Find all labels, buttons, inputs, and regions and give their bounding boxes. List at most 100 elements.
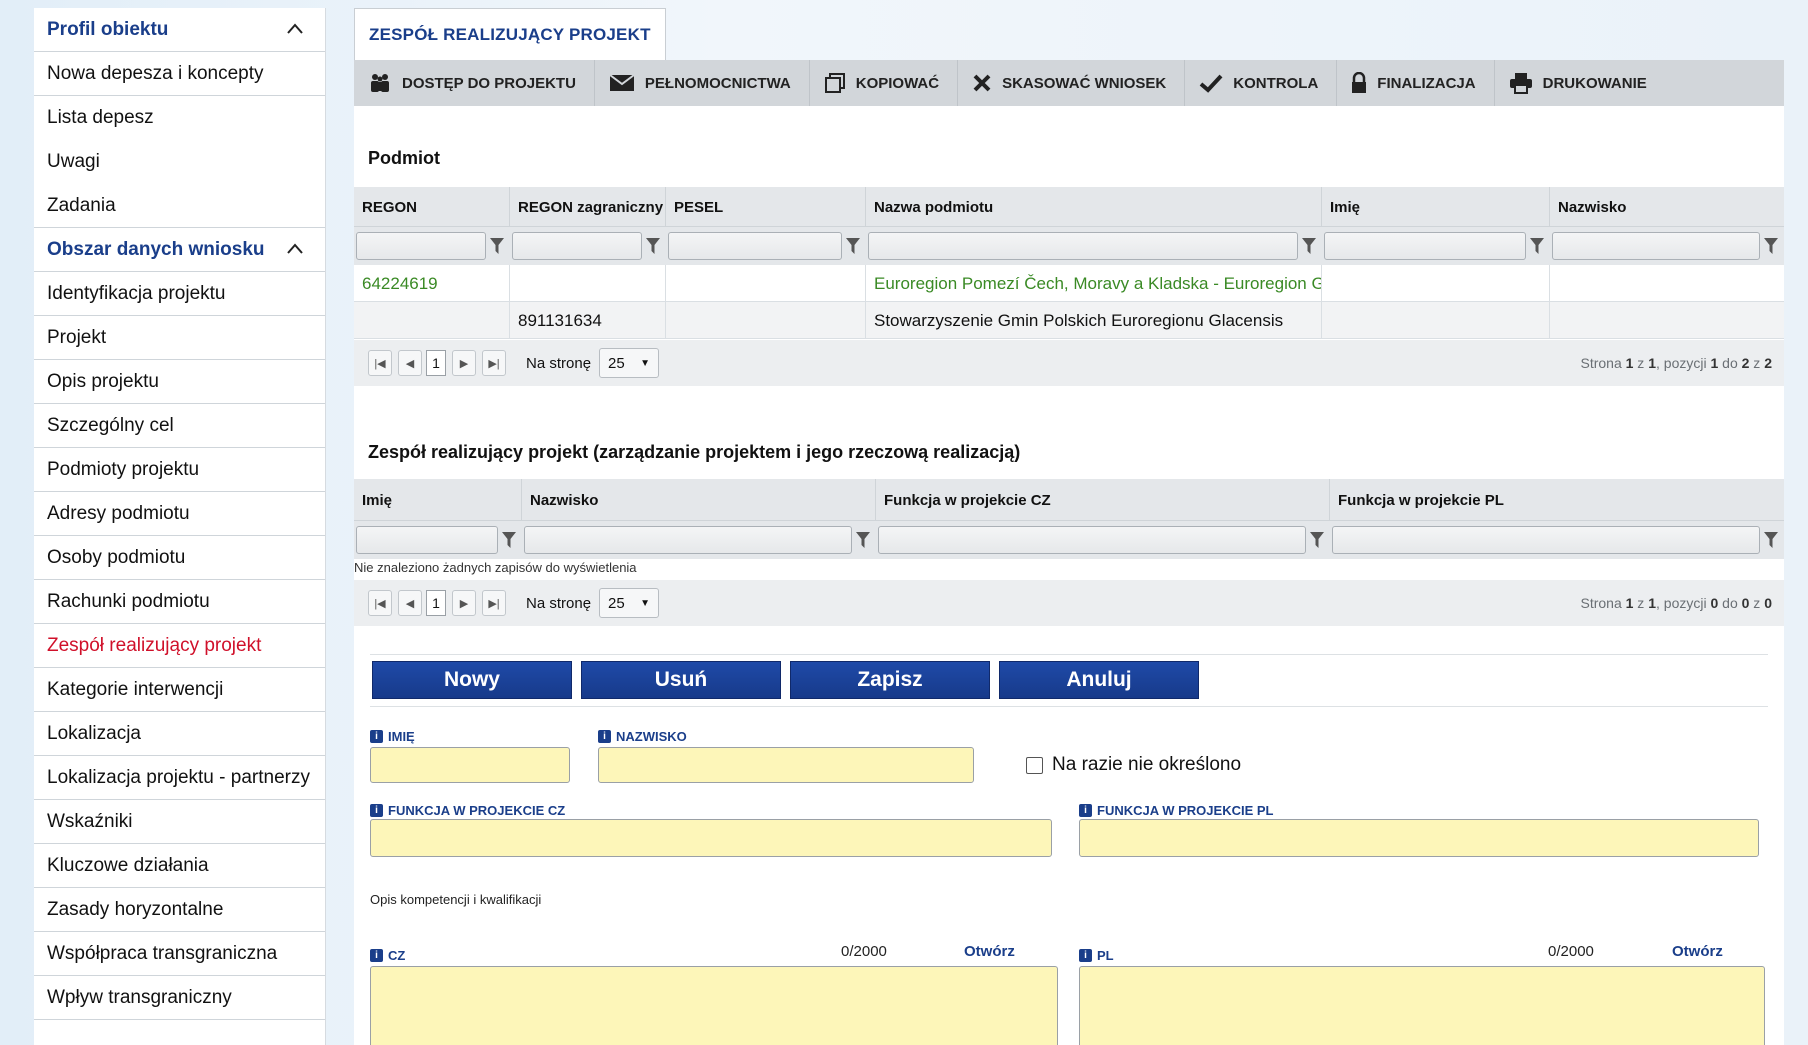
- filter-icon[interactable]: [642, 232, 664, 260]
- column-header[interactable]: REGON zagraniczny: [510, 187, 666, 227]
- first-name-field[interactable]: [370, 747, 570, 783]
- sidebar-item-project-entities[interactable]: Podmioty projektu: [34, 448, 325, 492]
- first-page-icon[interactable]: |◀: [368, 590, 392, 616]
- powers-of-attorney-button[interactable]: PEŁNOMOCNICTWA: [595, 60, 810, 106]
- sidebar-item-tasks[interactable]: Zadania: [34, 184, 325, 228]
- filter-icon[interactable]: [1306, 526, 1328, 554]
- table-row[interactable]: 64224619 Euroregion Pomezí Čech, Moravy …: [354, 265, 1784, 302]
- column-header[interactable]: Nazwa podmiotu: [866, 187, 1322, 227]
- sidebar-item-message-list[interactable]: Lista depesz: [34, 96, 325, 140]
- filter-icon[interactable]: [1760, 526, 1782, 554]
- filter-input[interactable]: [512, 232, 642, 260]
- column-header[interactable]: Imię: [354, 479, 522, 521]
- filter-input[interactable]: [524, 526, 852, 554]
- info-icon[interactable]: i: [370, 949, 383, 962]
- project-access-button[interactable]: DOSTĘP DO PROJEKTU: [354, 60, 595, 106]
- filter-input[interactable]: [356, 526, 498, 554]
- last-name-field[interactable]: [598, 747, 974, 783]
- filter-icon[interactable]: [486, 232, 508, 260]
- sidebar-item-horizontal-principles[interactable]: Zasady horyzontalne: [34, 888, 325, 932]
- current-page[interactable]: 1: [426, 350, 446, 376]
- filter-icon[interactable]: [1760, 232, 1782, 260]
- sidebar-item-key-activities[interactable]: Kluczowe działania: [34, 844, 325, 888]
- first-page-icon[interactable]: |◀: [368, 350, 392, 376]
- copy-button[interactable]: KOPIOWAĆ: [810, 60, 959, 106]
- info-icon[interactable]: i: [598, 730, 611, 743]
- new-button[interactable]: Nowy: [372, 661, 572, 699]
- function-cz-field[interactable]: [370, 819, 1052, 857]
- info-icon[interactable]: i: [370, 804, 383, 817]
- check-button[interactable]: KONTROLA: [1185, 60, 1338, 106]
- cz-open-link[interactable]: Otwórz: [964, 943, 1015, 960]
- printer-icon: [1509, 73, 1532, 94]
- per-page-select[interactable]: 25 ▼: [599, 588, 660, 618]
- prev-page-icon[interactable]: ◀: [398, 350, 422, 376]
- prev-page-icon[interactable]: ◀: [398, 590, 422, 616]
- print-button[interactable]: DRUKOWANIE: [1495, 60, 1665, 106]
- filter-icon[interactable]: [1526, 232, 1548, 260]
- filter-icon[interactable]: [852, 526, 874, 554]
- column-header[interactable]: PESEL: [666, 187, 866, 227]
- column-header[interactable]: Nazwisko: [1550, 187, 1784, 227]
- info-icon[interactable]: i: [1079, 949, 1092, 962]
- table-cell-entity-name[interactable]: Euroregion Pomezí Čech, Moravy a Kladska…: [866, 265, 1322, 302]
- sidebar-item-cross-border-cooperation[interactable]: Współpraca transgraniczna: [34, 932, 325, 976]
- last-page-icon[interactable]: ▶|: [482, 350, 506, 376]
- filter-input[interactable]: [868, 232, 1298, 260]
- delete-button[interactable]: Usuń: [581, 661, 781, 699]
- filter-input[interactable]: [1332, 526, 1760, 554]
- chevron-up-icon[interactable]: [287, 21, 303, 37]
- sidebar-item-entity-addresses[interactable]: Adresy podmiotu: [34, 492, 325, 536]
- sidebar-item-project[interactable]: Projekt: [34, 316, 325, 360]
- column-header[interactable]: Imię: [1322, 187, 1550, 227]
- sidebar-item-cross-border-impact[interactable]: Wpływ transgraniczny: [34, 976, 325, 1020]
- filter-input[interactable]: [668, 232, 842, 260]
- column-header[interactable]: Funkcja w projekcie PL: [1330, 479, 1784, 521]
- column-header[interactable]: Funkcja w projekcie CZ: [876, 479, 1330, 521]
- per-page-select[interactable]: 25 ▼: [599, 348, 660, 378]
- filter-input[interactable]: [1324, 232, 1526, 260]
- sidebar-item-entity-accounts[interactable]: Rachunki podmiotu: [34, 580, 325, 624]
- function-pl-field[interactable]: [1079, 819, 1759, 857]
- info-icon[interactable]: i: [370, 730, 383, 743]
- sidebar-section-profile[interactable]: Profil obiektu: [34, 8, 325, 52]
- save-button[interactable]: Zapisz: [790, 661, 990, 699]
- table-row[interactable]: 891131634 Stowarzyszenie Gmin Polskich E…: [354, 302, 1784, 339]
- sidebar-item-indicators[interactable]: Wskaźniki: [34, 800, 325, 844]
- last-page-icon[interactable]: ▶|: [482, 590, 506, 616]
- next-page-icon[interactable]: ▶: [452, 590, 476, 616]
- sidebar-item-new-message[interactable]: Nowa depesza i koncepty: [34, 52, 325, 96]
- sidebar-item-project-description[interactable]: Opis projektu: [34, 360, 325, 404]
- finalize-button[interactable]: FINALIZACJA: [1337, 60, 1495, 106]
- filter-input[interactable]: [878, 526, 1306, 554]
- sidebar-item-entity-persons[interactable]: Osoby podmiotu: [34, 536, 325, 580]
- filter-icon[interactable]: [498, 526, 520, 554]
- pl-open-link[interactable]: Otwórz: [1672, 943, 1723, 960]
- next-page-icon[interactable]: ▶: [452, 350, 476, 376]
- delete-application-button[interactable]: SKASOWAĆ WNIOSEK: [958, 60, 1186, 106]
- not-specified-checkbox[interactable]: Na razie nie określono: [1026, 754, 1241, 776]
- cancel-button[interactable]: Anuluj: [999, 661, 1199, 699]
- sidebar-item-intervention-categories[interactable]: Kategorie interwencji: [34, 668, 325, 712]
- sidebar-item-project-team[interactable]: Zespół realizujący projekt: [34, 624, 325, 668]
- cz-description-textarea[interactable]: [370, 966, 1058, 1045]
- info-icon[interactable]: i: [1079, 804, 1092, 817]
- tab-project-team[interactable]: ZESPÓŁ REALIZUJĄCY PROJEKT: [354, 8, 666, 60]
- chevron-up-icon[interactable]: [287, 241, 303, 257]
- sidebar-item-specific-goal[interactable]: Szczególny cel: [34, 404, 325, 448]
- sidebar-item-notes[interactable]: Uwagi: [34, 140, 325, 184]
- current-page[interactable]: 1: [426, 590, 446, 616]
- sidebar-item-partner-location[interactable]: Lokalizacja projektu - partnerzy: [34, 756, 325, 800]
- sidebar-item-project-identification[interactable]: Identyfikacja projektu: [34, 272, 325, 316]
- checkbox-box[interactable]: [1026, 756, 1043, 774]
- column-header[interactable]: REGON: [354, 187, 510, 227]
- sidebar-item-location[interactable]: Lokalizacja: [34, 712, 325, 756]
- filter-input[interactable]: [356, 232, 486, 260]
- filter-input[interactable]: [1552, 232, 1760, 260]
- table-cell-regon[interactable]: 64224619: [354, 265, 510, 302]
- column-header[interactable]: Nazwisko: [522, 479, 876, 521]
- filter-icon[interactable]: [1298, 232, 1320, 260]
- sidebar-section-application-data[interactable]: Obszar danych wniosku: [34, 228, 325, 272]
- filter-icon[interactable]: [842, 232, 864, 260]
- pl-description-textarea[interactable]: [1079, 966, 1765, 1045]
